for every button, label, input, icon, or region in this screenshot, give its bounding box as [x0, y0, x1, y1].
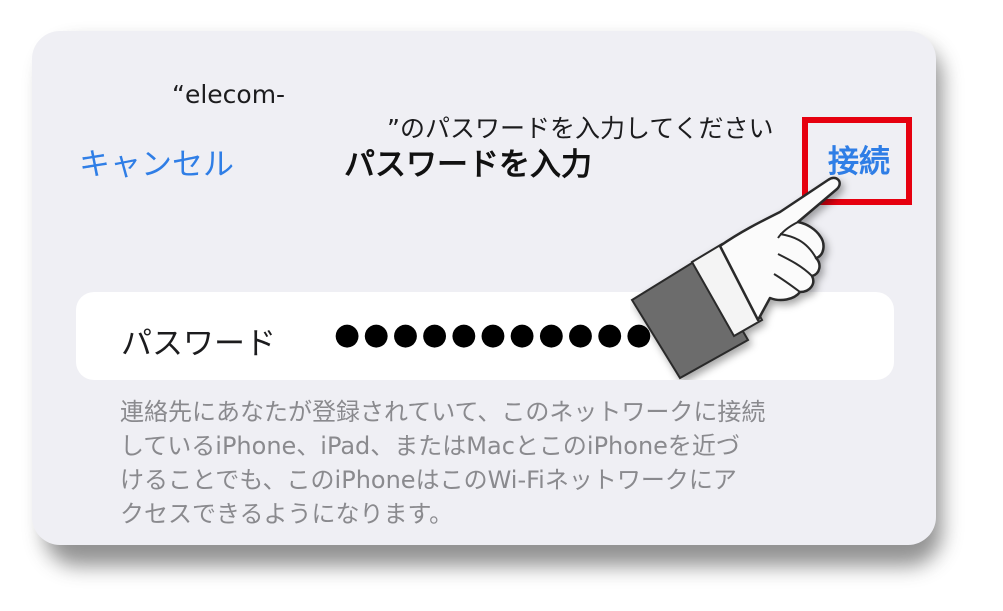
sharing-note: 連絡先にあなたが登録されていて、このネットワークに接続 しているiPhone、i…	[120, 395, 860, 531]
note-line: しているiPhone、iPad、またはMacとこのiPhoneを近づ	[120, 432, 740, 460]
prompt-network-name: “elecom-	[172, 80, 286, 109]
dialog-title: パスワードを入力	[344, 147, 592, 183]
password-label: パスワード	[121, 326, 276, 362]
note-line: 連絡先にあなたが登録されていて、このネットワークに接続	[120, 398, 766, 426]
pointing-hand-icon	[630, 176, 841, 380]
cancel-button[interactable]: キャンセル	[79, 139, 234, 184]
note-line: けることでも、このiPhoneはこのWi-Fiネットワークにア	[120, 466, 737, 494]
note-line: クセスできるようになります。	[120, 500, 454, 528]
